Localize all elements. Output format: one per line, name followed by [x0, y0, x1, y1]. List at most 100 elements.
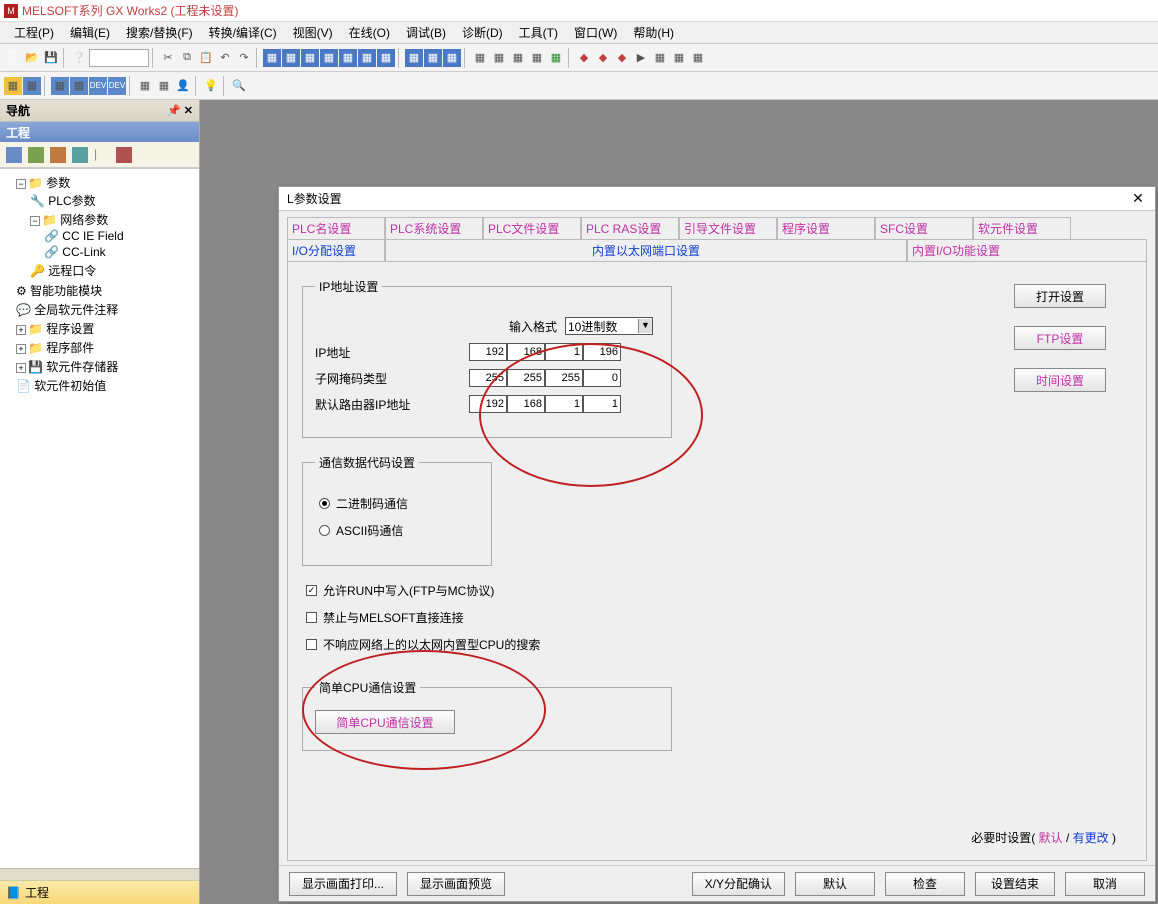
tab-plc-name[interactable]: PLC名设置: [287, 217, 385, 239]
tab-plc-file[interactable]: PLC文件设置: [483, 217, 581, 239]
tool-icon[interactable]: 💡: [202, 77, 220, 95]
tab-program[interactable]: 程序设置: [777, 217, 875, 239]
tool-icon[interactable]: 👤: [174, 77, 192, 95]
close-icon[interactable]: ✕: [1129, 190, 1147, 207]
save-icon[interactable]: 💾: [42, 49, 60, 67]
paste-icon[interactable]: 📋: [197, 49, 215, 67]
expand-icon[interactable]: +: [16, 325, 26, 335]
undo-icon[interactable]: ↶: [216, 49, 234, 67]
tree-item-cc-link[interactable]: 🔗 CC-Link: [44, 244, 197, 260]
xy-confirm-button[interactable]: X/Y分配确认: [692, 872, 785, 896]
expand-icon[interactable]: +: [16, 363, 26, 373]
tab-plc-ras[interactable]: PLC RAS设置: [581, 217, 679, 239]
tree-item-prog-parts[interactable]: +📁 程序部件: [16, 338, 197, 357]
tool-icon[interactable]: ▦: [263, 49, 281, 67]
mask-octet-2[interactable]: [507, 369, 545, 387]
tool-icon[interactable]: ◆: [613, 49, 631, 67]
navicon[interactable]: [72, 147, 88, 163]
mask-octet-4[interactable]: [583, 369, 621, 387]
tool-icon[interactable]: ▦: [471, 49, 489, 67]
input-format-select[interactable]: 10进制数 ▼: [565, 317, 653, 335]
tool-icon[interactable]: ▦: [509, 49, 527, 67]
menu-help[interactable]: 帮助(H): [625, 22, 682, 43]
navicon[interactable]: [50, 147, 66, 163]
binocular-icon[interactable]: 🔍: [230, 77, 248, 95]
tool-icon[interactable]: ◆: [594, 49, 612, 67]
menu-view[interactable]: 视图(V): [285, 22, 341, 43]
cut-icon[interactable]: ✂: [159, 49, 177, 67]
tool-icon[interactable]: ▦: [651, 49, 669, 67]
tool-icon[interactable]: ▦: [377, 49, 395, 67]
gw-octet-4[interactable]: [583, 395, 621, 413]
tree-item-plc-params[interactable]: 🔧 PLC参数: [30, 191, 197, 210]
preview-button[interactable]: 显示画面预览: [407, 872, 505, 896]
menu-window[interactable]: 窗口(W): [566, 22, 625, 43]
menu-debug[interactable]: 调试(B): [398, 22, 454, 43]
default-button[interactable]: 默认: [795, 872, 875, 896]
tool-icon[interactable]: ▦: [23, 77, 41, 95]
copy-icon[interactable]: ⧉: [178, 49, 196, 67]
time-settings-button[interactable]: 时间设置: [1014, 368, 1106, 392]
tool-icon[interactable]: DEV: [89, 77, 107, 95]
nav-footer-tab[interactable]: 📘 工程: [0, 880, 199, 904]
navicon[interactable]: [116, 147, 132, 163]
simple-cpu-button[interactable]: 简单CPU通信设置: [315, 710, 455, 734]
menu-compile[interactable]: 转换/编译(C): [201, 22, 285, 43]
tree-item-dev-store[interactable]: +💾 软元件存储器: [16, 357, 197, 376]
tree-item-params[interactable]: −📁 参数 🔧 PLC参数 −📁 网络参数 🔗 CC IE Field 🔗 CC…: [16, 173, 197, 281]
tool-icon[interactable]: ▦: [424, 49, 442, 67]
ip-octet-3[interactable]: [545, 343, 583, 361]
tree-item-remote-pw[interactable]: 🔑 远程口令: [30, 261, 197, 280]
tree-item-smart-mod[interactable]: ⚙ 智能功能模块: [16, 281, 197, 300]
collapse-icon[interactable]: −: [16, 179, 26, 189]
open-icon[interactable]: 📂: [23, 49, 41, 67]
expand-icon[interactable]: +: [16, 344, 26, 354]
tool-icon[interactable]: ▦: [136, 77, 154, 95]
tool-icon[interactable]: ▦: [405, 49, 423, 67]
ip-octet-4[interactable]: [583, 343, 621, 361]
collapse-icon[interactable]: −: [30, 216, 40, 226]
ip-octet-1[interactable]: [469, 343, 507, 361]
check-button[interactable]: 检查: [885, 872, 965, 896]
tool-icon[interactable]: ▦: [670, 49, 688, 67]
tab-boot-file[interactable]: 引导文件设置: [679, 217, 777, 239]
toolbar-combo[interactable]: [89, 49, 149, 67]
tree-item-net-params[interactable]: −📁 网络参数 🔗 CC IE Field 🔗 CC-Link: [30, 210, 197, 261]
gw-octet-3[interactable]: [545, 395, 583, 413]
tab-builtin-io[interactable]: 内置I/O功能设置: [907, 239, 1147, 261]
menu-project[interactable]: 工程(P): [6, 22, 62, 43]
tool-icon[interactable]: ▦: [528, 49, 546, 67]
tool-icon[interactable]: ▦: [4, 77, 22, 95]
tab-sfc[interactable]: SFC设置: [875, 217, 973, 239]
cancel-button[interactable]: 取消: [1065, 872, 1145, 896]
tool-icon[interactable]: ▦: [51, 77, 69, 95]
print-button[interactable]: 显示画面打印...: [289, 872, 397, 896]
tool-icon[interactable]: ▶: [632, 49, 650, 67]
radio-binary[interactable]: 二进制码通信: [319, 495, 475, 512]
nav-grip[interactable]: [0, 868, 199, 880]
help-icon[interactable]: ❔: [70, 49, 88, 67]
menu-search[interactable]: 搜索/替换(F): [118, 22, 201, 43]
chk-run-write[interactable]: 允许RUN中写入(FTP与MC协议): [306, 582, 1128, 599]
tool-icon[interactable]: ▦: [490, 49, 508, 67]
mask-octet-3[interactable]: [545, 369, 583, 387]
tree-item-prog-set[interactable]: +📁 程序设置: [16, 319, 197, 338]
menu-online[interactable]: 在线(O): [341, 22, 398, 43]
tool-icon[interactable]: ▦: [155, 77, 173, 95]
tool-icon[interactable]: ▦: [320, 49, 338, 67]
open-settings-button[interactable]: 打开设置: [1014, 284, 1106, 308]
tree-item-global-comment[interactable]: 💬 全局软元件注释: [16, 300, 197, 319]
tool-icon[interactable]: DEV: [108, 77, 126, 95]
tab-ethernet[interactable]: 内置以太网端口设置: [385, 239, 907, 261]
tool-icon[interactable]: ▦: [443, 49, 461, 67]
navicon[interactable]: [6, 147, 22, 163]
navicon[interactable]: [28, 147, 44, 163]
menu-tools[interactable]: 工具(T): [511, 22, 566, 43]
ip-octet-2[interactable]: [507, 343, 545, 361]
tree-item-cc-ie[interactable]: 🔗 CC IE Field: [44, 228, 197, 244]
gw-octet-2[interactable]: [507, 395, 545, 413]
tool-icon[interactable]: ▦: [689, 49, 707, 67]
tool-icon[interactable]: ▦: [70, 77, 88, 95]
chk-no-search[interactable]: 不响应网络上的以太网内置型CPU的搜索: [306, 636, 1128, 653]
tab-plc-system[interactable]: PLC系统设置: [385, 217, 483, 239]
